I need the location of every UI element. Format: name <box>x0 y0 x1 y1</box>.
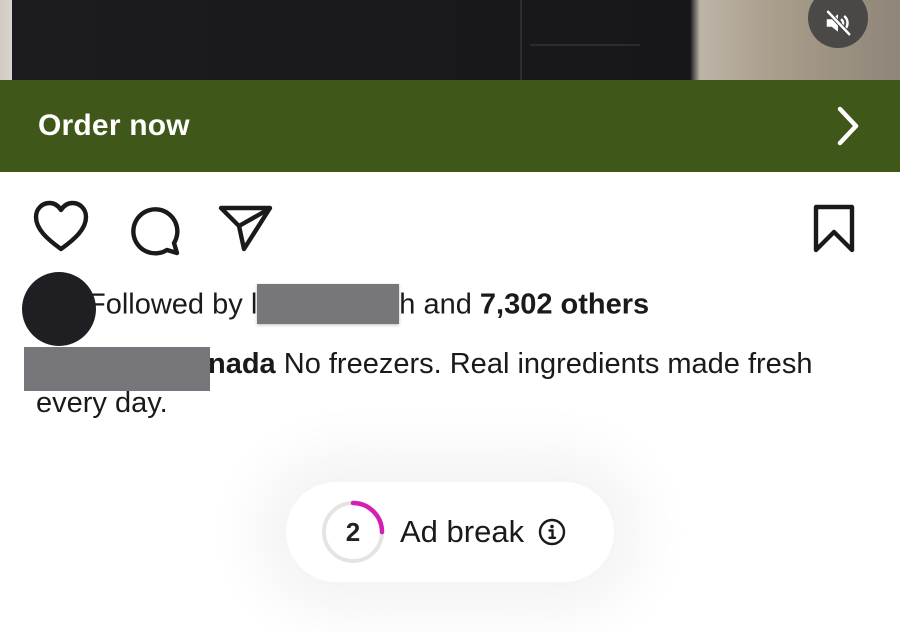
followed-by-prefix: Followed by <box>88 288 251 321</box>
countdown-number: 2 <box>345 516 361 547</box>
info-icon[interactable] <box>538 518 566 546</box>
ad-break-pill[interactable]: 2 Ad break <box>286 482 614 582</box>
redacted-username <box>24 347 210 391</box>
post-caption: nada No freezers. Real ingredients made … <box>24 345 856 423</box>
speaker-muted-icon <box>825 9 852 37</box>
likes-count: 7,302 others <box>479 288 650 321</box>
avatar[interactable] <box>22 272 96 346</box>
heart-icon[interactable] <box>33 200 89 254</box>
bookmark-icon[interactable] <box>812 204 856 254</box>
media-detail <box>520 0 522 80</box>
followed-by-text[interactable]: Followed by lh and 7,302 others <box>88 284 650 324</box>
mute-button[interactable] <box>808 0 868 48</box>
send-icon[interactable] <box>218 204 274 252</box>
redacted-follower-name <box>257 284 400 324</box>
order-now-label: Order now <box>38 109 190 142</box>
ad-countdown: 2 <box>320 499 386 565</box>
post-actions <box>0 200 900 260</box>
comment-icon[interactable] <box>127 203 181 257</box>
order-now-button[interactable]: Order now <box>0 80 900 172</box>
likes-summary: Followed by lh and 7,302 others <box>22 272 882 346</box>
video-media[interactable] <box>0 0 900 80</box>
chevron-right-icon <box>837 106 859 146</box>
ad-break-label: Ad break <box>400 514 525 549</box>
likes-connector: and <box>415 288 480 321</box>
caption-username[interactable]: nada <box>208 348 276 380</box>
follower-name-end: h <box>399 288 416 321</box>
media-detail <box>530 44 640 46</box>
